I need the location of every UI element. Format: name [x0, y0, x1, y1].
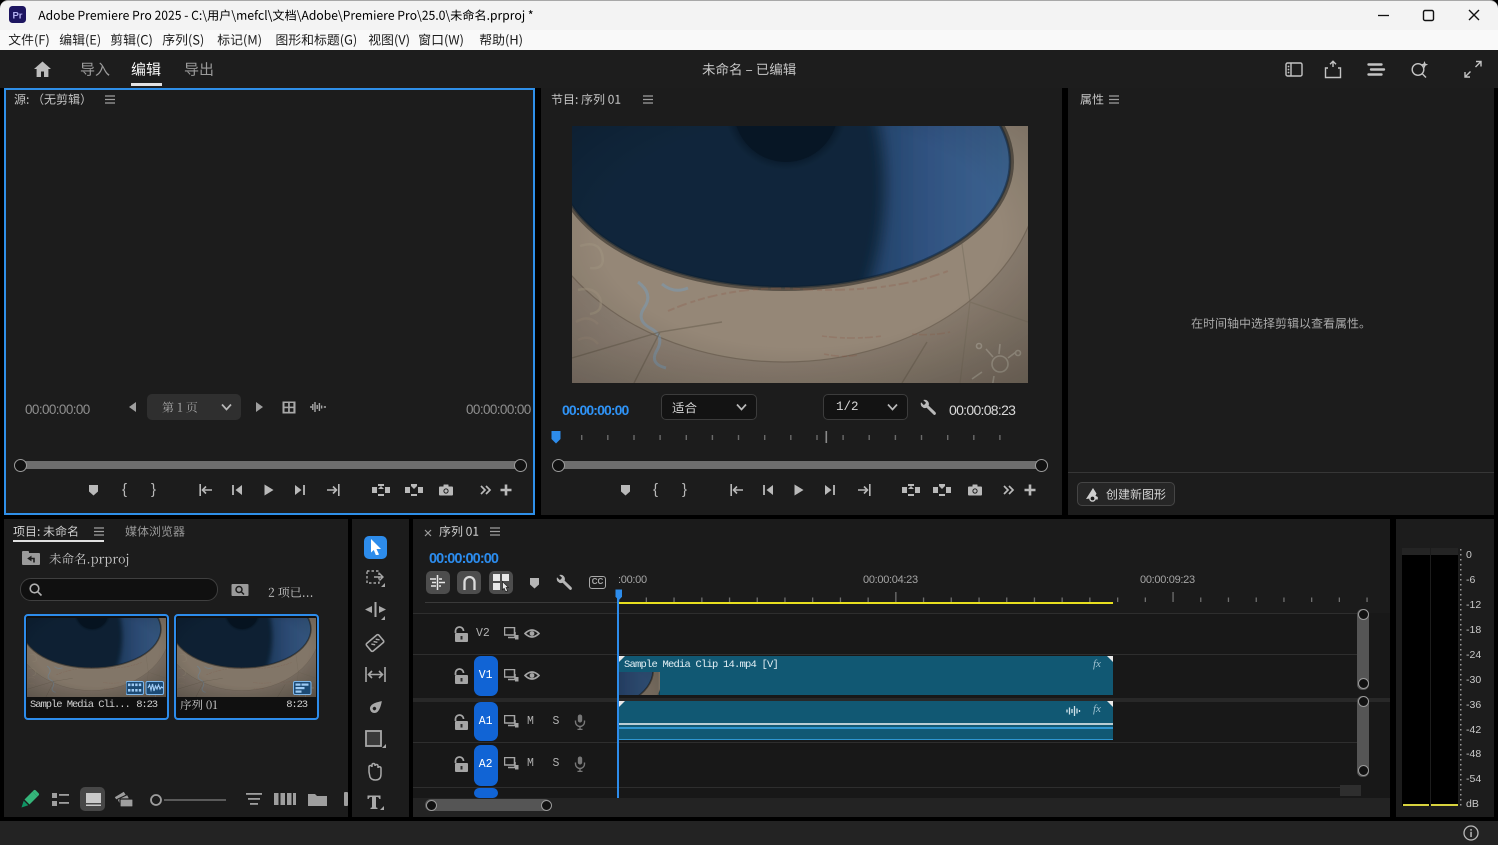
svg-text:Pr: Pr [12, 11, 22, 22]
